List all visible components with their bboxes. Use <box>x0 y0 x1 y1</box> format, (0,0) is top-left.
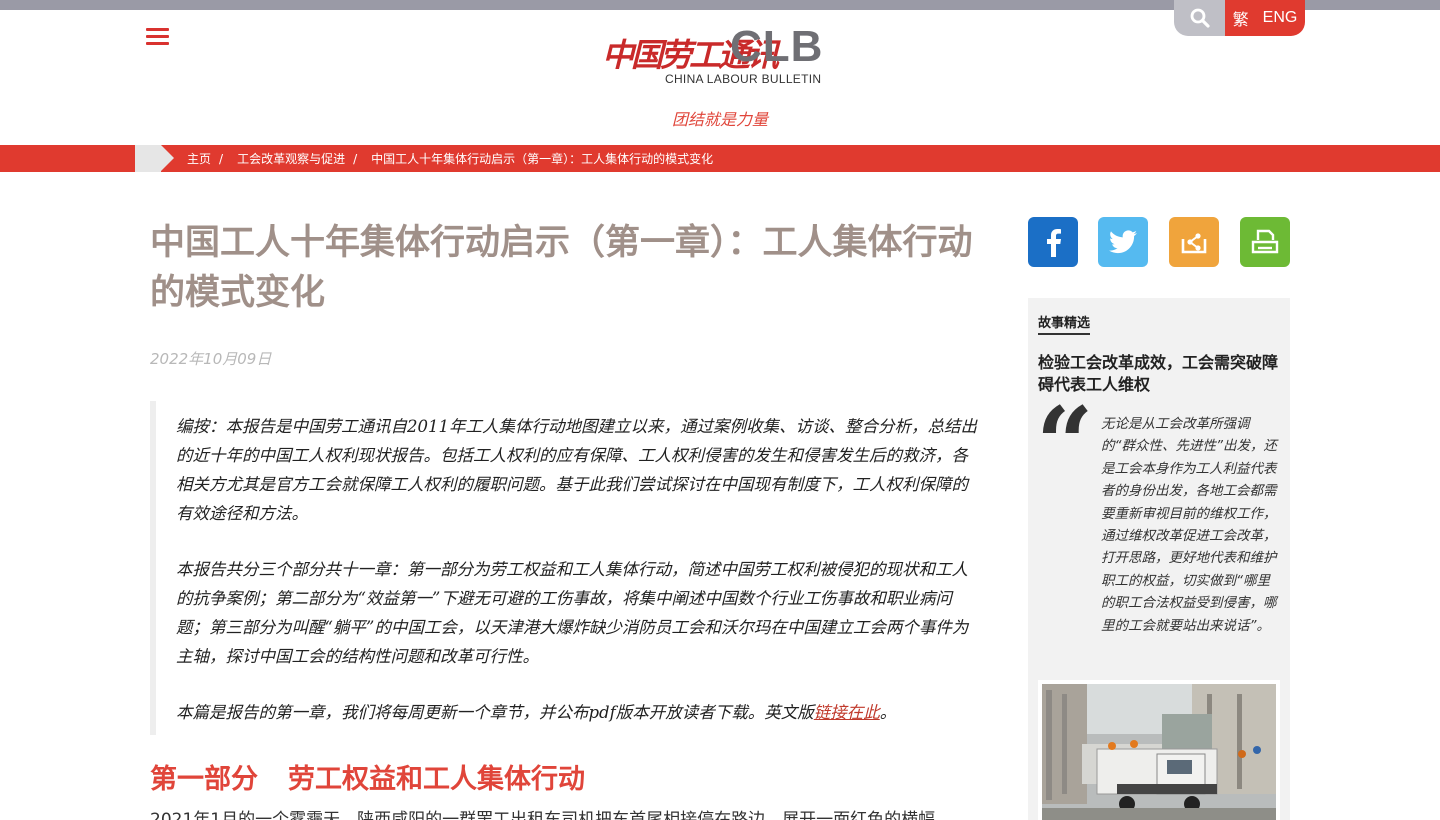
article-title: 中国工人十年集体行动启示（第一章）：工人集体行动的模式变化 <box>150 223 973 313</box>
section-heading: 第一部分 劳工权益和工人集体行动 <box>150 764 585 795</box>
quote-mark-icon: “ <box>1036 385 1094 503</box>
share-icon <box>1181 233 1207 254</box>
logo-subtitle: CHINA LABOUR BULLETIN <box>665 72 822 86</box>
editor-note: 编按：本报告是中国劳工通讯自2011年工人集体行动地图建立以来，通过案例收集、访… <box>150 401 980 735</box>
editor-note-paragraph: 本报告共分三个部分共十一章：第一部分为劳工权益和工人集体行动，简述中国劳工权利被… <box>176 560 969 666</box>
logo-clb: CLB <box>730 22 824 71</box>
share-facebook-button[interactable] <box>1028 217 1078 267</box>
share-twitter-button[interactable] <box>1098 217 1148 267</box>
breadcrumb: 主页 / 工会改革观察与促进 / 中国工人十年集体行动启示（第一章）：工人集体行… <box>187 145 713 172</box>
language-switcher: 繁 ENG <box>1225 0 1305 36</box>
breadcrumb-separator: / <box>219 151 224 166</box>
lang-traditional-link[interactable]: 繁 <box>1233 6 1249 30</box>
lang-english-link[interactable]: ENG <box>1263 9 1298 27</box>
share-generic-button[interactable] <box>1169 217 1219 267</box>
breadcrumb-home-tab <box>135 145 175 172</box>
featured-stories-sidebar: 故事精选 检验工会改革成效，工会需突破障碍代表工人维权 “ 无论是从工会改革所强… <box>1028 298 1290 820</box>
english-version-link[interactable]: 链接在此 <box>814 703 880 722</box>
breadcrumb-home[interactable]: 主页 <box>187 150 211 167</box>
print-button[interactable] <box>1240 217 1290 267</box>
sidebar-label: 故事精选 <box>1038 312 1091 335</box>
construction-site-photo <box>1042 684 1276 820</box>
search-icon <box>1190 8 1210 28</box>
site-slogan: 团结就是力量 <box>671 110 768 129</box>
menu-icon[interactable] <box>146 28 169 46</box>
article-body: 2021年1月的一个雾霾天，陕西咸阳的一群罢工出租车司机把车首尾相接停在路边，展… <box>150 810 936 820</box>
search-button[interactable] <box>1174 0 1225 36</box>
article-date: 2022年10月09日 <box>150 350 272 368</box>
editor-note-paragraph: 编按：本报告是中国劳工通讯自2011年工人集体行动地图建立以来，通过案例收集、访… <box>176 417 977 523</box>
facebook-icon <box>1047 229 1061 257</box>
site-logo[interactable]: 中国劳工通讯 CLB CHINA LABOUR BULLETIN <box>602 22 824 90</box>
featured-story-quote: 无论是从工会改革所强调的“群众性、先进性”出发，还是工会本身作为工人利益代表者的… <box>1101 416 1277 634</box>
breadcrumb-current[interactable]: 中国工人十年集体行动启示（第一章）：工人集体行动的模式变化 <box>371 150 713 167</box>
utility-bar: 繁 ENG <box>1174 0 1305 36</box>
breadcrumb-category[interactable]: 工会改革观察与促进 <box>237 150 345 167</box>
featured-story-image[interactable] <box>1038 680 1280 820</box>
breadcrumb-separator: / <box>353 151 358 166</box>
editor-note-paragraph: 本篇是报告的第一章，我们将每周更新一个章节，并公布pdf版本开放读者下载。英文版… <box>176 703 897 722</box>
twitter-icon <box>1109 230 1137 254</box>
print-icon <box>1251 229 1279 254</box>
